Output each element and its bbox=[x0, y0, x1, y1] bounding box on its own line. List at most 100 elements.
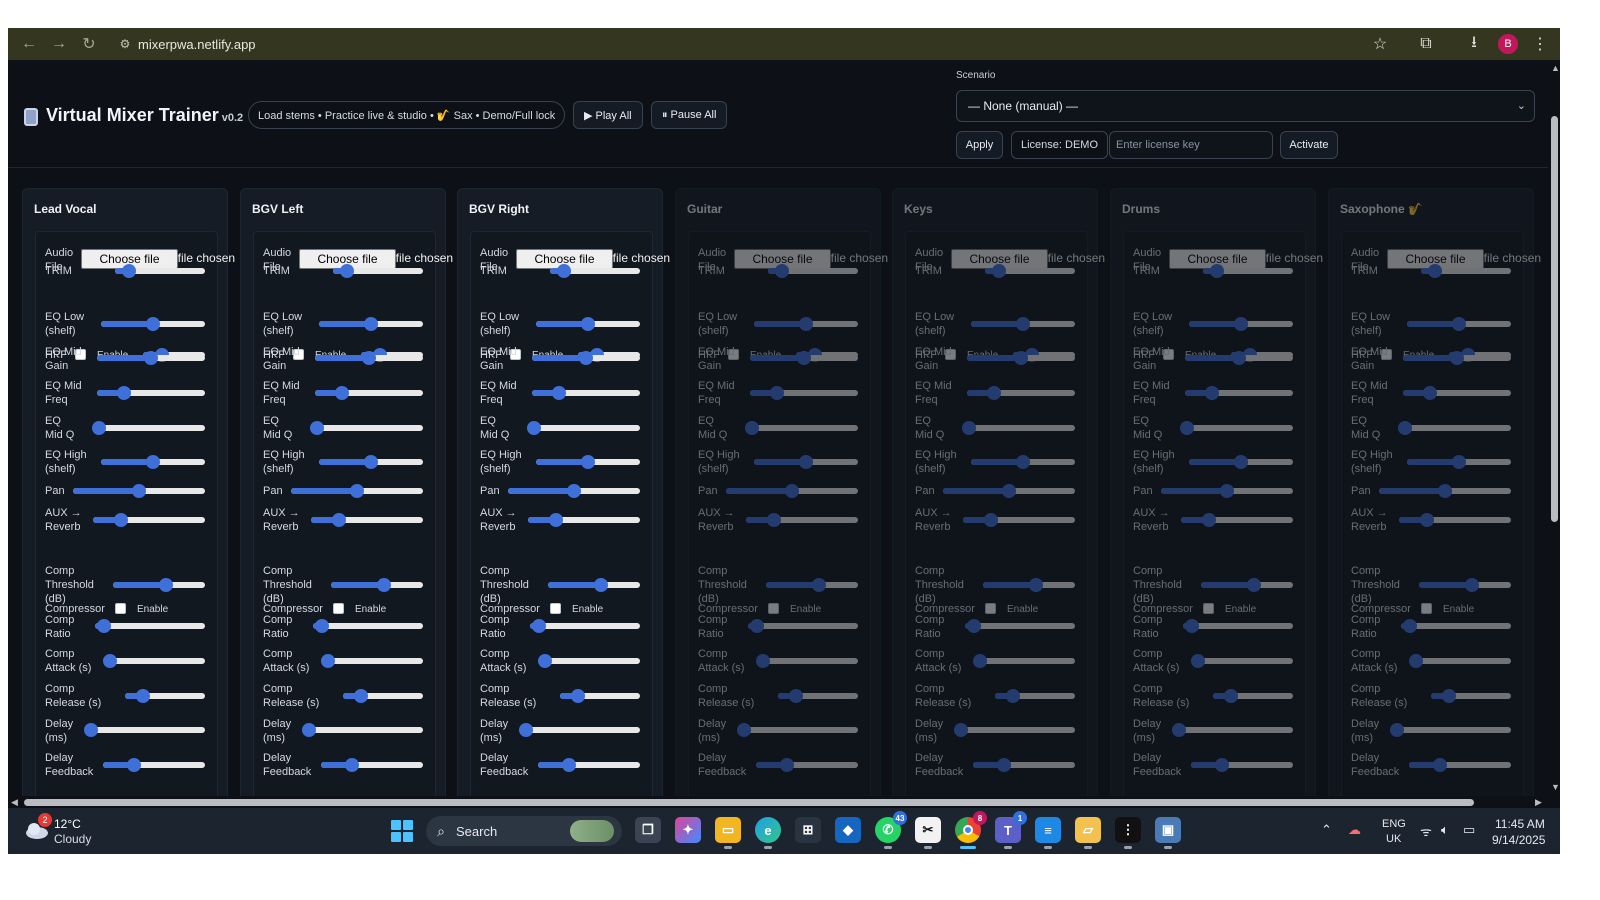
delay-fb-slider[interactable] bbox=[973, 758, 1075, 772]
slider-thumb[interactable] bbox=[961, 421, 976, 435]
slider-thumb[interactable] bbox=[1016, 317, 1030, 331]
comp-thr-slider[interactable] bbox=[113, 578, 205, 592]
reload-icon[interactable]: ↻ bbox=[74, 28, 104, 60]
slider-thumb[interactable] bbox=[84, 723, 98, 737]
slider-thumb[interactable] bbox=[344, 758, 359, 772]
delay-fb-slider[interactable] bbox=[1191, 758, 1293, 772]
slider-thumb[interactable] bbox=[350, 484, 364, 498]
comp-attack-slider[interactable] bbox=[1191, 654, 1293, 668]
slider-thumb[interactable] bbox=[1005, 689, 1020, 703]
address-bar[interactable]: ⚙ mixerpwa.netlify.app bbox=[112, 32, 1352, 56]
horizontal-scrollbar[interactable]: ◀ ▶ bbox=[8, 796, 1549, 808]
eq-low-slider[interactable] bbox=[101, 317, 205, 331]
comp-attack-slider[interactable] bbox=[538, 654, 640, 668]
slider-thumb[interactable] bbox=[966, 619, 981, 633]
trim-slider[interactable] bbox=[1421, 264, 1511, 278]
terminal-icon[interactable]: ⋮ bbox=[1115, 817, 1141, 849]
comp-attack-slider[interactable] bbox=[973, 654, 1075, 668]
slider-thumb[interactable] bbox=[570, 689, 585, 703]
eq-mid-gain-slider[interactable] bbox=[97, 351, 205, 365]
site-settings-icon[interactable]: ⚙ bbox=[112, 37, 138, 51]
trim-slider[interactable] bbox=[985, 264, 1075, 278]
slider-thumb[interactable] bbox=[126, 758, 141, 772]
chrome-icon[interactable]: 8 bbox=[955, 811, 987, 849]
slider-thumb[interactable] bbox=[749, 619, 764, 633]
compressor-enable-checkbox[interactable] bbox=[550, 603, 561, 614]
wifi-icon[interactable]: ᯤ bbox=[1420, 822, 1432, 840]
delay-fb-slider[interactable] bbox=[1409, 758, 1511, 772]
trim-slider[interactable] bbox=[333, 264, 423, 278]
delay-slider[interactable] bbox=[519, 723, 640, 737]
eq-mid-q-slider[interactable] bbox=[1397, 421, 1511, 435]
slider-thumb[interactable] bbox=[132, 484, 146, 498]
delay-slider[interactable] bbox=[84, 723, 205, 737]
slider-thumb[interactable] bbox=[567, 484, 581, 498]
eq-low-slider[interactable] bbox=[536, 317, 640, 331]
slider-thumb[interactable] bbox=[1014, 351, 1028, 365]
slider-thumb[interactable] bbox=[114, 513, 128, 527]
eq-mid-q-slider[interactable] bbox=[1179, 421, 1293, 435]
slider-thumb[interactable] bbox=[991, 264, 1006, 278]
delay-fb-slider[interactable] bbox=[321, 758, 423, 772]
slider-thumb[interactable] bbox=[526, 421, 541, 435]
windows-start-icon[interactable] bbox=[391, 820, 413, 842]
comp-ratio-slider[interactable] bbox=[530, 619, 640, 633]
slider-thumb[interactable] bbox=[1420, 513, 1434, 527]
input-language[interactable]: ENG bbox=[1382, 818, 1406, 830]
scroll-up-icon[interactable]: ▲ bbox=[1551, 63, 1560, 73]
slider-thumb[interactable] bbox=[538, 654, 552, 668]
slider-thumb[interactable] bbox=[1184, 619, 1199, 633]
bookmark-star-icon[interactable]: ☆ bbox=[1368, 28, 1392, 60]
slider-thumb[interactable] bbox=[756, 654, 770, 668]
delay-slider[interactable] bbox=[1172, 723, 1293, 737]
slider-thumb[interactable] bbox=[594, 578, 609, 592]
eq-low-slider[interactable] bbox=[1189, 317, 1293, 331]
scroll-left-icon[interactable]: ◀ bbox=[11, 797, 18, 808]
slider-thumb[interactable] bbox=[774, 264, 789, 278]
trim-slider[interactable] bbox=[768, 264, 858, 278]
slider-thumb[interactable] bbox=[799, 317, 813, 331]
slider-thumb[interactable] bbox=[1423, 386, 1437, 400]
comp-thr-slider[interactable] bbox=[331, 578, 423, 592]
eq-mid-freq-slider[interactable] bbox=[532, 386, 640, 400]
eq-mid-q-slider[interactable] bbox=[744, 421, 858, 435]
edge-icon[interactable]: e bbox=[755, 817, 781, 849]
slider-thumb[interactable] bbox=[364, 455, 378, 469]
slider-thumb[interactable] bbox=[314, 619, 329, 633]
slider-thumb[interactable] bbox=[1432, 758, 1447, 772]
slider-thumb[interactable] bbox=[1223, 689, 1238, 703]
eq-mid-freq-slider[interactable] bbox=[967, 386, 1075, 400]
compressor-enable-checkbox[interactable] bbox=[985, 603, 996, 614]
slider-thumb[interactable] bbox=[519, 723, 533, 737]
notepad-icon[interactable]: ≡ bbox=[1035, 817, 1061, 849]
compressor-enable-checkbox[interactable] bbox=[768, 603, 779, 614]
pan-slider[interactable] bbox=[291, 484, 423, 498]
comp-release-slider[interactable] bbox=[1213, 689, 1293, 703]
slider-thumb[interactable] bbox=[581, 455, 595, 469]
delay-slider[interactable] bbox=[1390, 723, 1511, 737]
comp-ratio-slider[interactable] bbox=[1401, 619, 1511, 633]
slider-thumb[interactable] bbox=[1220, 484, 1234, 498]
slider-thumb[interactable] bbox=[770, 386, 784, 400]
slider-thumb[interactable] bbox=[1452, 455, 1466, 469]
eq-mid-q-slider[interactable] bbox=[961, 421, 1075, 435]
activate-button[interactable]: Activate bbox=[1280, 131, 1338, 159]
delay-slider[interactable] bbox=[737, 723, 858, 737]
slider-thumb[interactable] bbox=[1390, 723, 1404, 737]
file-explorer-icon[interactable]: ▭ bbox=[715, 817, 741, 849]
slider-thumb[interactable] bbox=[767, 513, 781, 527]
comp-thr-slider[interactable] bbox=[983, 578, 1075, 592]
vertical-scroll-thumb[interactable] bbox=[1551, 116, 1558, 522]
slider-thumb[interactable] bbox=[1214, 758, 1229, 772]
slider-thumb[interactable] bbox=[984, 513, 998, 527]
slider-thumb[interactable] bbox=[1427, 264, 1442, 278]
slider-thumb[interactable] bbox=[581, 317, 595, 331]
eq-mid-gain-slider[interactable] bbox=[1185, 351, 1293, 365]
slider-thumb[interactable] bbox=[552, 386, 566, 400]
pan-slider[interactable] bbox=[508, 484, 640, 498]
clock-time[interactable]: 11:45 AM bbox=[1495, 817, 1545, 831]
microsoft-store-icon[interactable]: ⊞ bbox=[795, 817, 821, 843]
slider-thumb[interactable] bbox=[973, 654, 987, 668]
slider-thumb[interactable] bbox=[1172, 723, 1186, 737]
pan-slider[interactable] bbox=[1379, 484, 1511, 498]
